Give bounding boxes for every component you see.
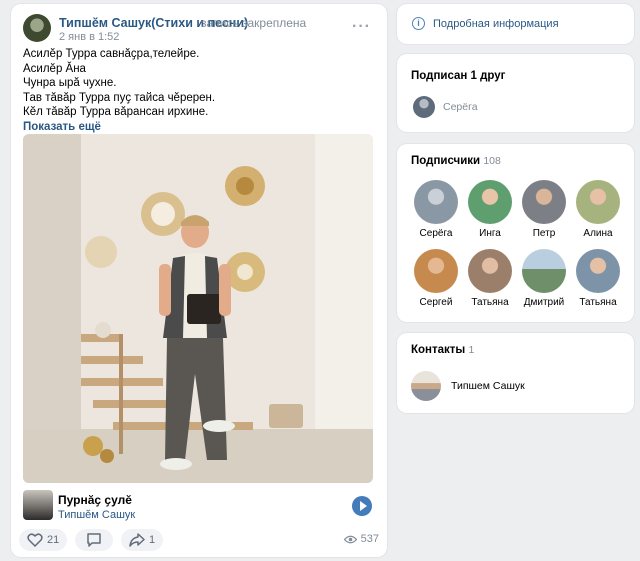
subscribers-count: 108: [483, 155, 501, 167]
subscriber-item[interactable]: Сергей: [409, 249, 463, 308]
post-photo[interactable]: [23, 134, 373, 483]
post-line: Кӗл тӑвӑр Турра вӑрансан ирхине.: [23, 106, 209, 118]
subscriber-item[interactable]: Серёга: [409, 180, 463, 239]
contacts-count: 1: [468, 344, 475, 356]
subscriber-name[interactable]: Сергей: [420, 297, 453, 308]
comment-icon: [87, 533, 101, 547]
more-options-icon[interactable]: ···: [352, 18, 371, 36]
subscriber-avatar[interactable]: [576, 180, 620, 224]
subscriber-avatar[interactable]: [576, 249, 620, 293]
post-header: Типшӗм Сашук(Стихи и песни) запись закре…: [23, 14, 375, 44]
audio-attachment[interactable]: Пурнӑҫ ҫулӗ Типшӗм Сашук: [23, 490, 375, 522]
subscribers-grid: Серёга Инга Петр Алина Сергей Татьяна Дм…: [409, 180, 624, 308]
audio-artist[interactable]: Типшӗм Сашук: [58, 509, 135, 521]
subscriber-avatar[interactable]: [414, 180, 458, 224]
audio-cover: [23, 490, 53, 520]
friend-avatar[interactable]: [413, 96, 435, 118]
like-button[interactable]: 21: [19, 529, 68, 551]
share-button[interactable]: 1: [121, 529, 164, 551]
friends-card: Подписан 1 друг Серёга: [397, 54, 634, 132]
post-line: Асилӗр Турра савнӑҫра,телейре.: [23, 48, 200, 60]
contacts-header[interactable]: Контакты 1: [411, 344, 474, 356]
info-card[interactable]: i Подробная информация: [397, 4, 634, 44]
like-count: 21: [47, 534, 60, 546]
subscriber-name[interactable]: Татьяна: [471, 297, 508, 308]
contact-avatar[interactable]: [411, 371, 441, 401]
subscriber-avatar[interactable]: [468, 180, 512, 224]
subscriber-avatar[interactable]: [414, 249, 458, 293]
eye-icon: [343, 535, 357, 543]
subscriber-item[interactable]: Петр: [517, 180, 571, 239]
contacts-title: Контакты: [411, 344, 466, 356]
pinned-note: запись закреплена: [201, 16, 307, 30]
subscriber-item[interactable]: Алина: [571, 180, 625, 239]
post-card: Типшӗм Сашук(Стихи и песни) запись закре…: [11, 4, 387, 557]
subscriber-item[interactable]: Инга: [463, 180, 517, 239]
audio-title[interactable]: Пурнӑҫ ҫулӗ: [58, 493, 132, 507]
contact-name[interactable]: Типшем Сашук: [451, 380, 525, 392]
friends-title[interactable]: Подписан 1 друг: [411, 70, 505, 82]
share-count: 1: [149, 534, 156, 546]
friend-name[interactable]: Серёга: [443, 101, 478, 113]
subscriber-name[interactable]: Алина: [583, 228, 612, 239]
share-icon: [129, 533, 145, 547]
post-date[interactable]: 2 янв в 1:52: [59, 31, 119, 43]
author-avatar[interactable]: [23, 14, 51, 42]
photo-illustration: [23, 134, 373, 483]
subscriber-name[interactable]: Петр: [533, 228, 556, 239]
friend-item[interactable]: Серёга: [413, 96, 478, 118]
info-icon: i: [412, 17, 425, 30]
detailed-info-link[interactable]: Подробная информация: [433, 18, 559, 30]
subscriber-name[interactable]: Серёга: [420, 228, 453, 239]
show-more-link[interactable]: Показать ещё: [23, 120, 375, 135]
comment-button[interactable]: [75, 529, 113, 551]
views-count: 537: [360, 533, 379, 545]
post-line: Тав тӑвӑр Турра пуҫ тайса чӗререн.: [23, 91, 216, 104]
subscriber-avatar[interactable]: [522, 249, 566, 293]
views-counter: 537: [343, 533, 379, 545]
contact-item[interactable]: Типшем Сашук: [411, 371, 525, 401]
subscriber-name[interactable]: Татьяна: [579, 297, 616, 308]
subscriber-item[interactable]: Татьяна: [571, 249, 625, 308]
subscriber-item[interactable]: Дмитрий: [517, 249, 571, 308]
contacts-card: Контакты 1 Типшем Сашук: [397, 333, 634, 413]
play-icon[interactable]: [352, 496, 372, 516]
subscribers-title: Подписчики: [411, 155, 481, 167]
post-actions: 21 1 537: [19, 529, 379, 553]
heart-icon: [27, 533, 43, 547]
post-line: Асилӗр Ӑна: [23, 62, 86, 75]
post-text: Асилӗр Турра савнӑҫра,телейре. Асилӗр Ӑн…: [23, 47, 375, 134]
subscriber-name[interactable]: Дмитрий: [524, 297, 565, 308]
subscriber-name[interactable]: Инга: [479, 228, 501, 239]
subscriber-avatar[interactable]: [468, 249, 512, 293]
post-line: Чунра ырӑ чухне.: [23, 77, 117, 89]
subscribers-card: Подписчики 108 Серёга Инга Петр Алина Се…: [397, 144, 634, 322]
subscriber-item[interactable]: Татьяна: [463, 249, 517, 308]
subscribers-header[interactable]: Подписчики 108: [411, 155, 501, 167]
subscriber-avatar[interactable]: [522, 180, 566, 224]
